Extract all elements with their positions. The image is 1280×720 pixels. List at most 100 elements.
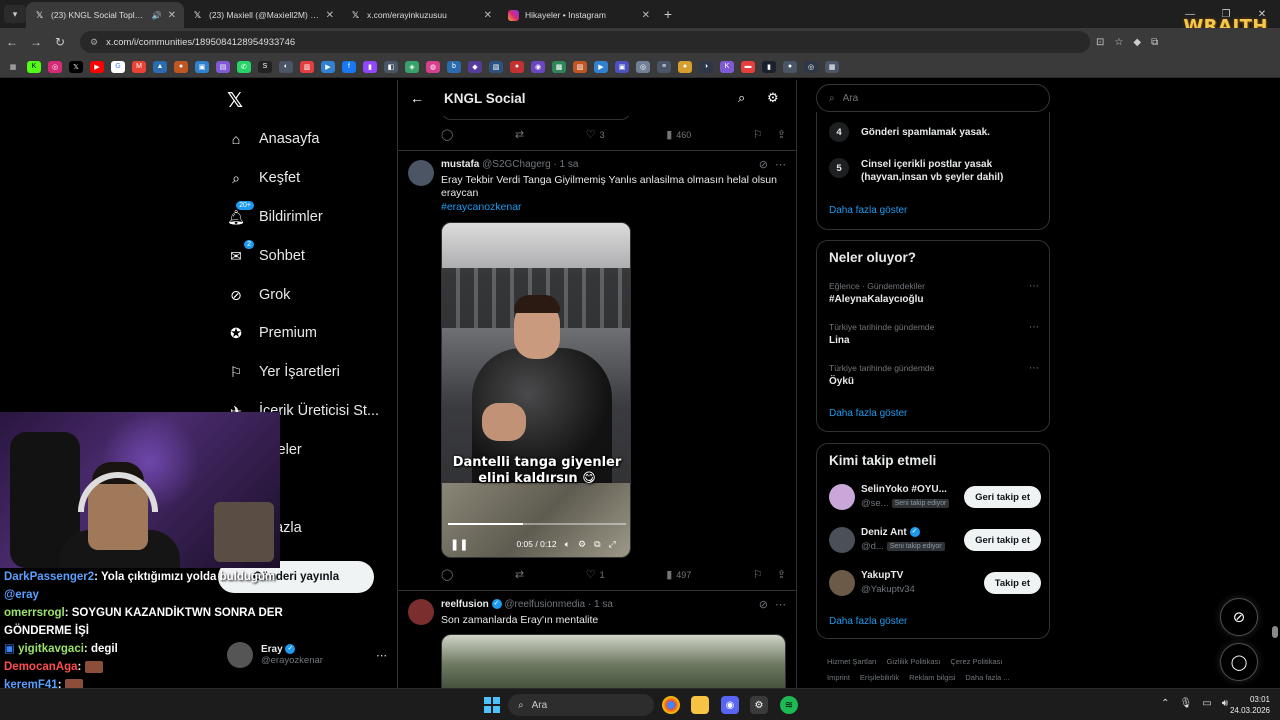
bookmark-whatsapp-icon[interactable]: ✆ <box>237 60 251 73</box>
chevron-up-icon[interactable]: ⌃ <box>1161 698 1169 709</box>
close-icon[interactable]: ✕ <box>168 10 176 21</box>
follow-suggestion[interactable]: SelinYoko #OYU... @se... Seni takip ediyo… <box>829 482 1041 514</box>
bookmark-icon[interactable]: ● <box>174 60 188 73</box>
bookmark-icon[interactable]: ◎ <box>804 60 818 73</box>
bookmark-icon[interactable]: ◧ <box>384 60 398 73</box>
grok-floating-button[interactable]: ⊘ <box>1220 598 1258 636</box>
more-icon[interactable]: ⋯ <box>1029 322 1039 333</box>
bookmark-icon[interactable]: ▨ <box>573 60 587 73</box>
windows-start-icon[interactable] <box>484 697 500 713</box>
bookmark-icon[interactable]: ▣ <box>615 60 629 73</box>
site-info-icon[interactable]: ⚙ <box>90 37 98 48</box>
chrome-app-icon[interactable] <box>662 696 680 714</box>
back-arrow-icon[interactable]: ← <box>410 90 424 106</box>
video-player[interactable]: Dantelli tanga giyenler elini kaldırsın … <box>441 222 631 558</box>
trend-item[interactable]: Türkiye tarihinde gündemde Lina ⋯ <box>829 322 1039 346</box>
views-button[interactable]: ▮ 497 <box>666 568 691 581</box>
volume-icon[interactable]: 🔈︎ <box>565 539 570 550</box>
settings-icon[interactable]: ⚙ <box>578 539 586 550</box>
bookmark-twitch-icon[interactable]: ▮ <box>363 60 377 73</box>
bookmark-icon[interactable]: ● <box>783 60 797 73</box>
bookmark-icon[interactable]: ▮ <box>762 60 776 73</box>
show-more-link[interactable]: Daha fazla göster <box>829 205 907 216</box>
taskbar-search[interactable]: ⌕ Ara <box>508 694 654 716</box>
bookmark-icon[interactable]: ▩ <box>552 60 566 73</box>
trend-item[interactable]: Türkiye tarihinde gündemde Öykü ⋯ <box>829 363 1039 387</box>
like-button[interactable]: ♡ 3 <box>586 128 605 141</box>
footer-link[interactable]: Erişilebilirlik <box>860 673 899 682</box>
spotify-app-icon[interactable]: ≋ <box>780 696 798 714</box>
bookmark-icon[interactable]: ▶ <box>594 60 608 73</box>
search-box[interactable]: ⌕ <box>816 84 1050 112</box>
close-icon[interactable]: ✕ <box>484 10 492 21</box>
grok-analyze-icon[interactable]: ⊘ <box>759 598 768 611</box>
footer-link[interactable]: Daha fazla ... <box>965 673 1009 682</box>
nav-item-grok[interactable]: ⊘ Grok <box>227 286 290 304</box>
pause-icon[interactable]: ❚❚ <box>450 538 468 551</box>
extension-icon[interactable]: ◆ <box>1133 37 1141 48</box>
avatar[interactable] <box>829 570 855 596</box>
back-icon[interactable]: ← <box>0 35 24 49</box>
share-icon[interactable]: ⇪ <box>777 128 786 141</box>
author-name[interactable]: mustafa <box>441 159 479 170</box>
new-tab-button[interactable]: + <box>658 6 678 22</box>
repost-button[interactable]: ⇄ <box>515 568 524 581</box>
bookmark-icon[interactable]: ▦ <box>825 60 839 73</box>
close-icon[interactable]: ✕ <box>642 10 650 21</box>
bookmark-icon[interactable]: ▧ <box>489 60 503 73</box>
avatar[interactable] <box>829 527 855 553</box>
microphone-icon[interactable]: 🎙︎ <box>1180 698 1193 709</box>
tab-instagram[interactable]: Hikayeler • Instagram ✕ <box>500 2 658 28</box>
bookmark-google-icon[interactable]: G <box>111 60 125 73</box>
footer-link[interactable]: Gizlilik Politikası <box>887 657 941 666</box>
bookmark-icon[interactable]: ▬ <box>741 60 755 73</box>
pip-icon[interactable]: ⧉ <box>594 539 600 550</box>
follow-button[interactable]: Takip et <box>983 572 1041 594</box>
bookmark-icon[interactable]: ◉ <box>531 60 545 73</box>
follow-suggestion[interactable]: Deniz Ant ✓ @d... Seni takip ediyor Geri … <box>829 525 1041 557</box>
bookmark-icon[interactable]: ◆ <box>468 60 482 73</box>
discord-app-icon[interactable]: ◉ <box>721 696 739 714</box>
apps-grid-icon[interactable]: ▦ <box>6 61 20 73</box>
post-media-image[interactable] <box>441 634 786 688</box>
bookmark-gmail-icon[interactable]: M <box>132 60 146 73</box>
post-time[interactable]: · 1 sa <box>553 159 578 170</box>
x-logo-icon[interactable]: 𝕏 <box>227 88 243 113</box>
nav-item-bookmarks[interactable]: ⚐ Yer İşaretleri <box>227 363 340 381</box>
show-more-link[interactable]: Daha fazla göster <box>829 616 907 627</box>
bookmark-button[interactable]: ⚐ ⇪ <box>753 128 786 141</box>
close-icon[interactable]: ✕ <box>326 10 334 21</box>
more-icon[interactable]: ⋯ <box>376 649 387 662</box>
hashtag-link[interactable]: #eraycanozkenar <box>441 201 522 213</box>
bookmark-x-icon[interactable]: 𝕏 <box>69 60 83 73</box>
search-icon[interactable]: ⌕ <box>738 90 745 106</box>
bookmark-icon[interactable]: ◈ <box>405 60 419 73</box>
bookmark-icon[interactable]: ◑ <box>699 60 713 73</box>
bookmark-facebook-icon[interactable]: f <box>342 60 356 73</box>
page-scrollbar[interactable] <box>1272 626 1278 638</box>
footer-link[interactable]: Hizmet Şartları <box>827 657 877 666</box>
reload-icon[interactable]: ↻ <box>48 35 72 49</box>
repost-button[interactable]: ⇄ <box>515 128 524 141</box>
file-explorer-icon[interactable] <box>691 696 709 714</box>
nav-item-notifications[interactable]: 🔔︎ 20+ Bildirimler <box>227 200 323 226</box>
bookmark-icon[interactable]: ▶ <box>321 60 335 73</box>
search-input[interactable] <box>842 92 1023 104</box>
post-time[interactable]: · 1 sa <box>588 599 613 610</box>
footer-link[interactable]: Imprint <box>827 673 850 682</box>
avatar[interactable] <box>829 484 855 510</box>
install-app-icon[interactable]: ⊡ <box>1096 37 1104 48</box>
author-handle[interactable]: @S2GChagerg <box>482 159 551 170</box>
avatar[interactable] <box>408 599 434 625</box>
bookmark-icon[interactable]: ▤ <box>216 60 230 73</box>
bookmark-icon[interactable]: ● <box>678 60 692 73</box>
show-more-link[interactable]: Daha fazla göster <box>829 408 907 419</box>
bookmark-icon[interactable]: ◍ <box>426 60 440 73</box>
gear-icon[interactable]: ⚙ <box>767 90 779 106</box>
reply-button[interactable]: ◯ <box>441 128 453 141</box>
bookmark-icon[interactable]: ◎ <box>636 60 650 73</box>
tab-erayinkuzusuu[interactable]: 𝕏 x.com/erayinkuzusuu ✕ <box>342 2 500 28</box>
video-progress-bar[interactable] <box>448 523 626 525</box>
footer-link[interactable]: Reklam bilgisi <box>909 673 955 682</box>
url-input[interactable]: ⚙ x.com/i/communities/189508412895493374… <box>80 31 1090 53</box>
